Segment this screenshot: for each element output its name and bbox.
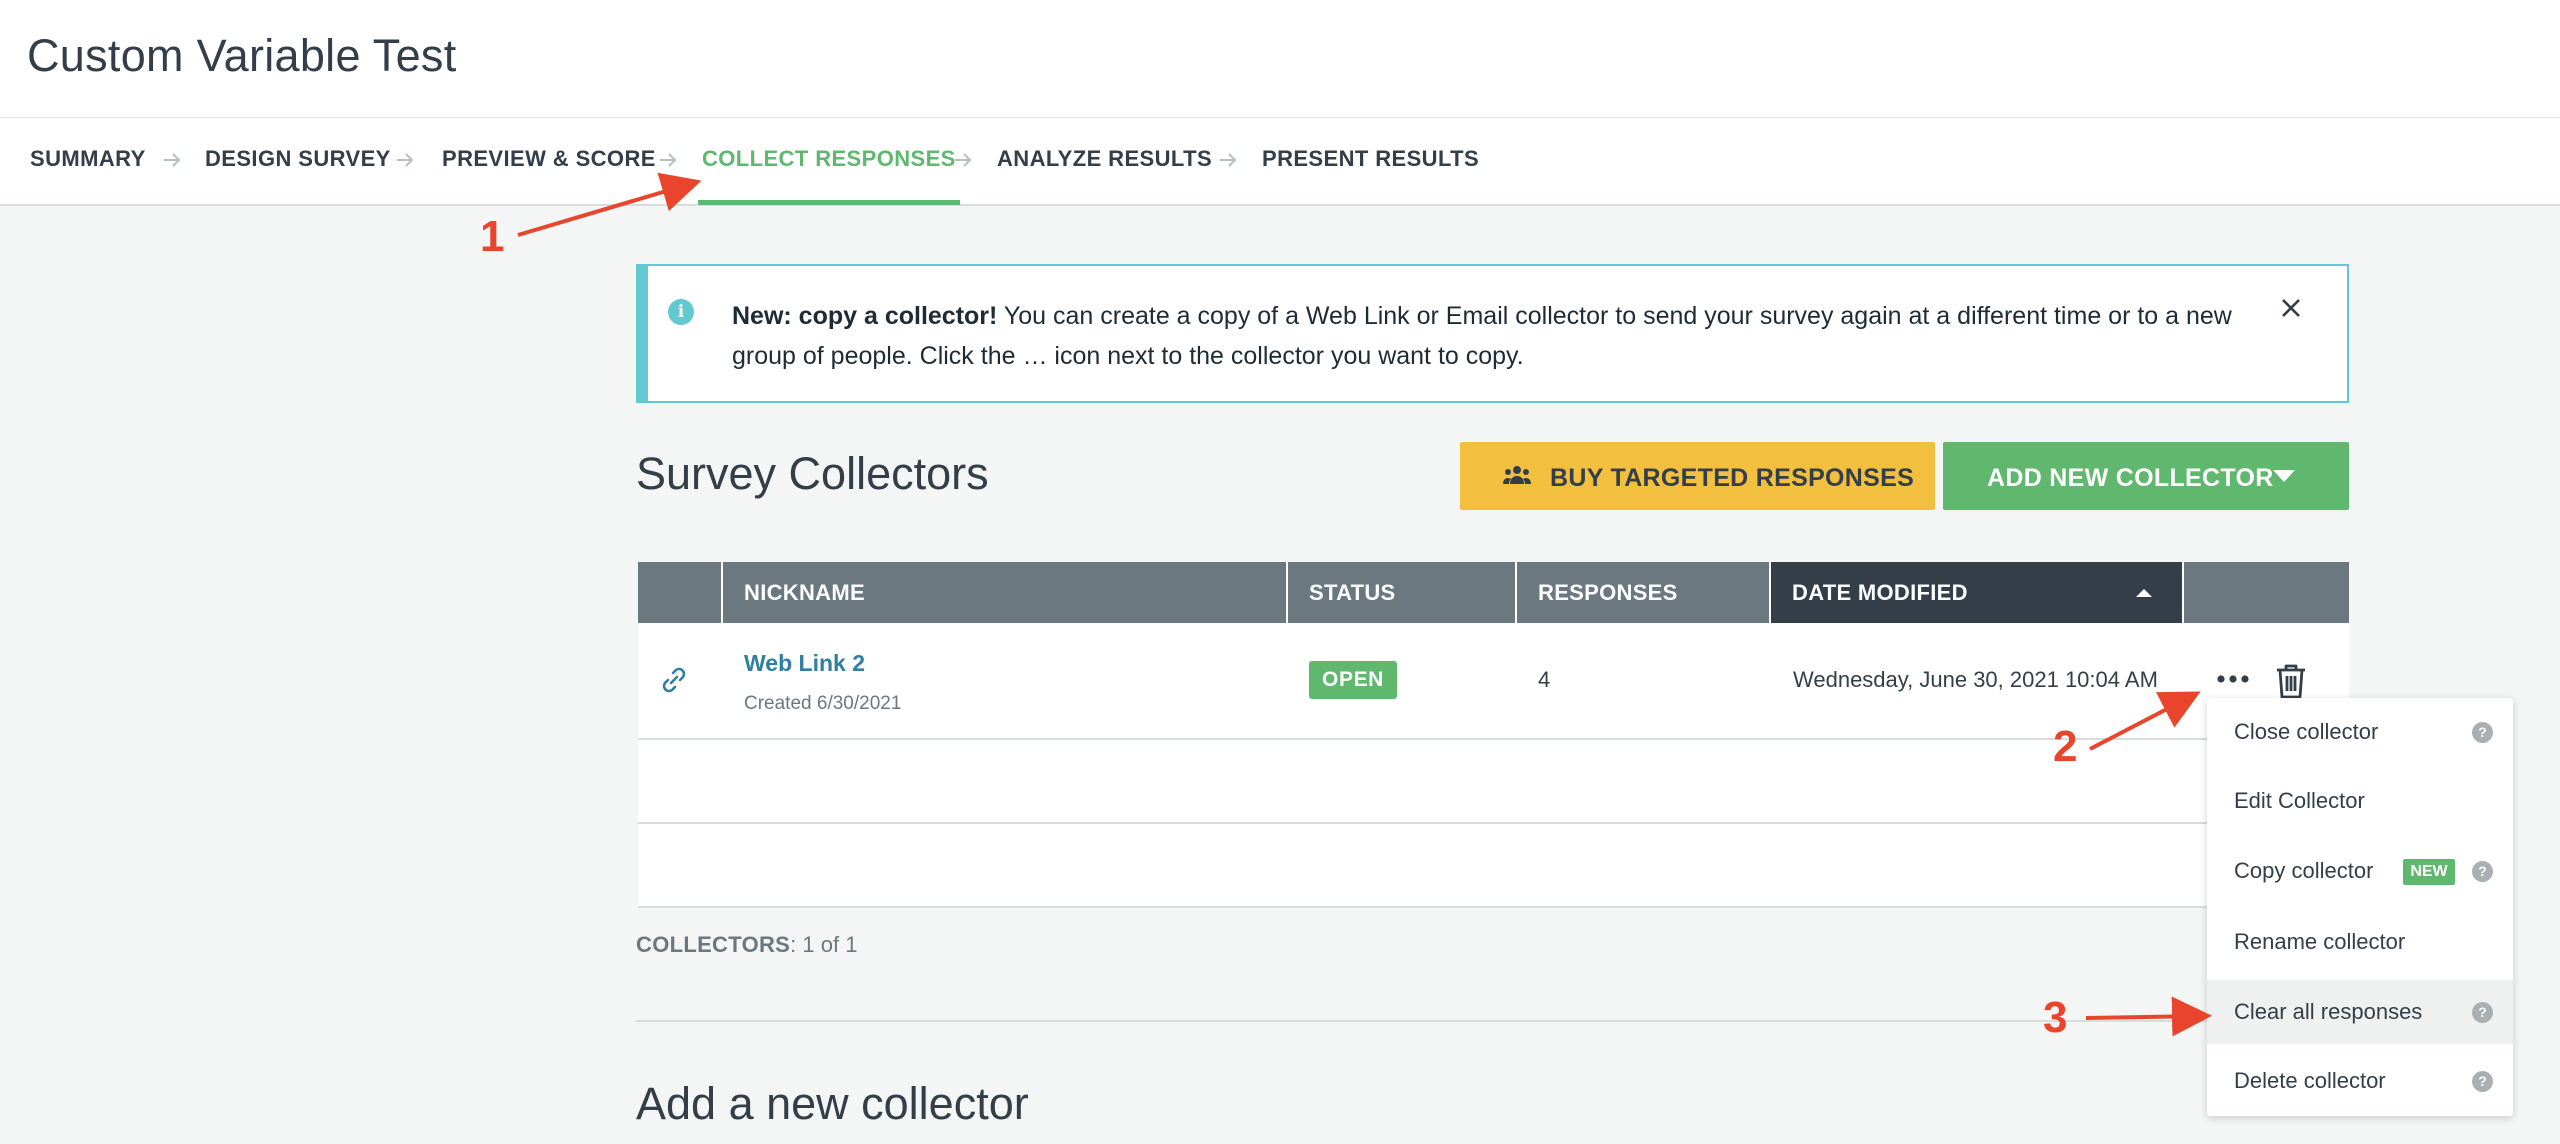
menu-item-label: Delete collector (2234, 1068, 2386, 1093)
collectors-count-value: : 1 of 1 (790, 932, 858, 957)
collector-options-menu: Close collector ? Edit Collector Copy co… (2207, 698, 2513, 1116)
banner-text: New: copy a collector! You can create a … (732, 296, 2252, 376)
table-header-actions-col (2184, 562, 2349, 623)
collector-responses-count: 4 (1538, 667, 1551, 692)
status-badge: OPEN (1309, 661, 1397, 699)
more-options-icon[interactable] (2212, 662, 2254, 696)
menu-item-label: Close collector (2234, 719, 2379, 744)
nav-step-present-results[interactable]: PRESENT RESULTS (1262, 118, 1479, 206)
menu-item-delete-collector[interactable]: Delete collector ? (2207, 1049, 2513, 1113)
annotation-arrow-3 (2085, 996, 2212, 1037)
info-icon: i (668, 299, 694, 325)
new-badge: NEW (2403, 859, 2455, 885)
table-header-status[interactable]: STATUS (1288, 562, 1517, 623)
close-icon[interactable] (2273, 290, 2309, 326)
menu-item-clear-all-responses[interactable]: Clear all responses ? (2207, 980, 2513, 1044)
nav-step-collect-responses[interactable]: COLLECT RESPONSES (698, 118, 960, 206)
section-title-survey-collectors: Survey Collectors (636, 448, 989, 499)
sort-ascending-icon (2136, 589, 2152, 597)
table-header-date-modified[interactable]: DATE MODIFIED (1771, 562, 2184, 623)
menu-item-label: Rename collector (2234, 929, 2406, 954)
nav-step-summary[interactable]: SUMMARY (30, 118, 146, 206)
table-header-responses[interactable]: RESPONSES (1517, 562, 1771, 623)
section-divider (636, 1020, 2349, 1022)
help-icon[interactable]: ? (2472, 861, 2493, 882)
collector-created-date: Created 6/30/2021 (744, 693, 902, 714)
arrow-right-icon (164, 153, 181, 167)
collectors-count-label: COLLECTORS (636, 932, 791, 957)
arrow-right-icon (1220, 153, 1237, 167)
buy-targeted-responses-label: BUY TARGETED RESPONSES (1550, 464, 1915, 492)
menu-item-rename-collector[interactable]: Rename collector (2207, 910, 2513, 974)
buy-targeted-responses-button[interactable]: BUY TARGETED RESPONSES (1460, 442, 1935, 510)
people-icon (1503, 466, 1531, 484)
add-new-collector-button[interactable]: ADD NEW COLLECTOR (1943, 442, 2349, 510)
table-row-divider (638, 738, 2349, 740)
info-banner: i New: copy a collector! You can create … (636, 264, 2349, 403)
collectors-count: COLLECTORS: 1 of 1 (636, 932, 857, 958)
nav-step-design-survey[interactable]: DESIGN SURVEY (205, 118, 391, 206)
page-header: Custom Variable Test (0, 0, 2560, 118)
menu-item-label: Clear all responses (2234, 999, 2423, 1024)
arrow-right-icon (660, 153, 677, 167)
section-title-add-new-collector: Add a new collector (636, 1078, 1029, 1129)
annotation-number-3: 3 (2043, 993, 2068, 1042)
link-icon (662, 667, 686, 693)
add-new-collector-label: ADD NEW COLLECTOR (1987, 464, 2274, 492)
menu-item-edit-collector[interactable]: Edit Collector (2207, 769, 2513, 833)
menu-item-close-collector[interactable]: Close collector ? (2207, 700, 2513, 764)
nav-step-analyze-results[interactable]: ANALYZE RESULTS (997, 118, 1212, 206)
page-title: Custom Variable Test (27, 30, 457, 81)
banner-title: New: copy a collector! (732, 302, 998, 330)
menu-item-label: Edit Collector (2234, 788, 2365, 813)
table-header: NICKNAME STATUS RESPONSES DATE MODIFIED (638, 562, 2349, 623)
chevron-down-icon (2273, 470, 2295, 482)
collector-date-modified: Wednesday, June 30, 2021 10:04 AM (1793, 667, 2158, 692)
arrow-right-icon (397, 153, 414, 167)
arrow-right-icon (955, 153, 972, 167)
collectors-table: NICKNAME STATUS RESPONSES DATE MODIFIED … (638, 562, 2349, 908)
table-row-divider (638, 822, 2349, 824)
survey-nav: SUMMARY DESIGN SURVEY PREVIEW & SCORE CO… (0, 118, 2560, 206)
help-icon[interactable]: ? (2472, 722, 2493, 743)
menu-item-label: Copy collector (2234, 858, 2374, 883)
help-icon[interactable]: ? (2472, 1071, 2493, 1092)
table-header-icon-col (638, 562, 723, 623)
table-header-date-modified-label: DATE MODIFIED (1792, 580, 1968, 605)
table-header-nickname[interactable]: NICKNAME (723, 562, 1288, 623)
nav-step-preview-score[interactable]: PREVIEW & SCORE (442, 118, 656, 206)
annotation-number-1: 1 (480, 212, 505, 261)
menu-item-copy-collector[interactable]: Copy collector NEW ? (2207, 839, 2513, 903)
annotation-number-2: 2 (2053, 722, 2078, 771)
collector-nickname-link[interactable]: Web Link 2 (744, 650, 865, 677)
trash-icon[interactable] (2274, 662, 2308, 700)
help-icon[interactable]: ? (2472, 1002, 2493, 1023)
